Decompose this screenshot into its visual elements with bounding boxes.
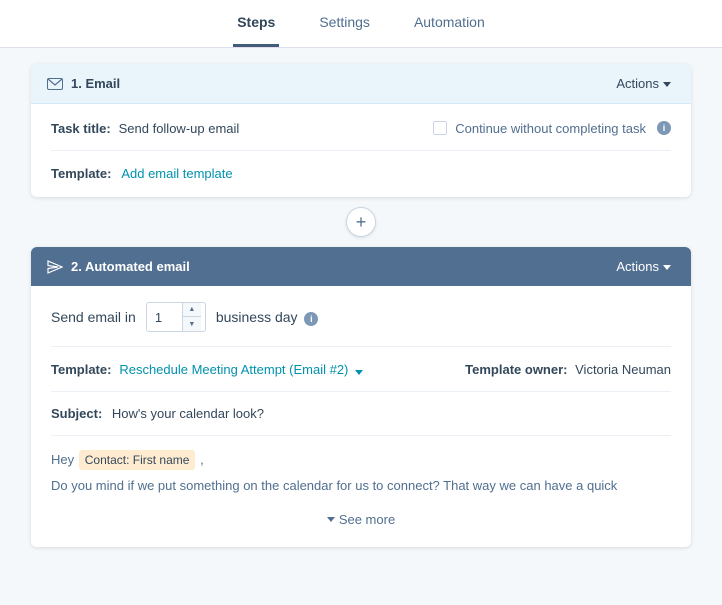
task-title-value: Send follow-up email	[119, 121, 240, 136]
card1-divider	[51, 150, 671, 151]
email-card: 1. Email Actions Task title: Send follow…	[31, 64, 691, 197]
automated-actions-button[interactable]: Actions	[612, 257, 675, 276]
template-label-2: Template:	[51, 362, 111, 377]
subject-value: How's your calendar look?	[112, 406, 264, 421]
email-card-body: Task title: Send follow-up email Continu…	[31, 104, 691, 197]
template-left: Template: Reschedule Meeting Attempt (Em…	[51, 361, 363, 377]
add-step-button[interactable]: +	[346, 207, 376, 237]
template-row-1: Template: Add email template	[51, 165, 671, 181]
task-title-row: Task title: Send follow-up email Continu…	[51, 120, 671, 136]
automated-email-card-body: Send email in ▲ ▼ business day i	[31, 286, 691, 547]
stepper-down[interactable]: ▼	[183, 317, 201, 331]
business-day-text: business day	[216, 309, 298, 325]
business-day-label: business day i	[216, 309, 319, 326]
email-body-text: Do you mind if we put something on the c…	[51, 476, 671, 496]
contact-first-name-token[interactable]: Contact: First name	[79, 450, 196, 470]
template-link[interactable]: Reschedule Meeting Attempt (Email #2)	[119, 362, 363, 377]
card2-divider2	[51, 391, 671, 392]
template-owner-group: Template owner: Victoria Neuman	[465, 362, 671, 377]
email-actions-chevron	[663, 82, 671, 87]
page-wrapper: Steps Settings Automation 1. Email Acti	[0, 0, 722, 563]
template-chevron	[355, 370, 363, 375]
see-more-chevron	[327, 517, 335, 522]
automated-step-label: 2. Automated email	[71, 259, 190, 274]
template-owner-label: Template owner:	[465, 362, 567, 377]
stepper-arrows: ▲ ▼	[182, 303, 201, 331]
continue-checkbox-group: Continue without completing task i	[433, 121, 671, 136]
email-actions-button[interactable]: Actions	[612, 74, 675, 93]
email-card-header-left: 1. Email	[47, 76, 120, 91]
automated-email-card-header: 2. Automated email Actions	[31, 247, 691, 286]
tab-bar: Steps Settings Automation	[0, 0, 722, 48]
see-more-label: See more	[339, 512, 395, 527]
days-stepper: ▲ ▼	[146, 302, 206, 332]
business-day-info-icon[interactable]: i	[304, 312, 318, 326]
hey-text: Hey	[51, 452, 74, 467]
send-email-in-row: Send email in ▲ ▼ business day i	[51, 302, 671, 332]
automated-actions-chevron	[663, 265, 671, 270]
see-more-button[interactable]: See more	[51, 502, 671, 531]
email-actions-label: Actions	[616, 76, 659, 91]
comma-text: ,	[200, 452, 204, 467]
template-owner-value: Victoria Neuman	[575, 362, 671, 377]
task-title-label: Task title:	[51, 121, 111, 136]
tab-settings[interactable]: Settings	[315, 0, 374, 47]
email-icon	[47, 78, 63, 90]
add-email-template-link[interactable]: Add email template	[121, 166, 232, 181]
subject-label: Subject:	[51, 406, 102, 421]
card2-divider1	[51, 346, 671, 347]
info-icon[interactable]: i	[657, 121, 671, 135]
continue-checkbox[interactable]	[433, 121, 447, 135]
automated-actions-label: Actions	[616, 259, 659, 274]
stepper-up[interactable]: ▲	[183, 303, 201, 317]
automated-email-card: 2. Automated email Actions Send email in…	[31, 247, 691, 547]
task-title-left: Task title: Send follow-up email	[51, 120, 239, 136]
subject-row: Subject: How's your calendar look?	[51, 406, 671, 421]
card2-divider3	[51, 435, 671, 436]
tab-steps[interactable]: Steps	[233, 0, 279, 47]
automated-header-left: 2. Automated email	[47, 259, 190, 274]
template-label-1: Template:	[51, 166, 111, 181]
send-email-in-label: Send email in	[51, 309, 136, 325]
email-step-label: 1. Email	[71, 76, 120, 91]
steps-content: 1. Email Actions Task title: Send follow…	[0, 48, 722, 563]
template-link-text: Reschedule Meeting Attempt (Email #2)	[119, 362, 348, 377]
email-card-header: 1. Email Actions	[31, 64, 691, 104]
days-input[interactable]	[147, 305, 182, 330]
email-greeting-row: Hey Contact: First name ,	[51, 450, 671, 470]
continue-label: Continue without completing task	[455, 121, 646, 136]
tab-automation[interactable]: Automation	[410, 0, 489, 47]
template-row-2: Template: Reschedule Meeting Attempt (Em…	[51, 361, 671, 377]
send-icon	[47, 260, 63, 274]
